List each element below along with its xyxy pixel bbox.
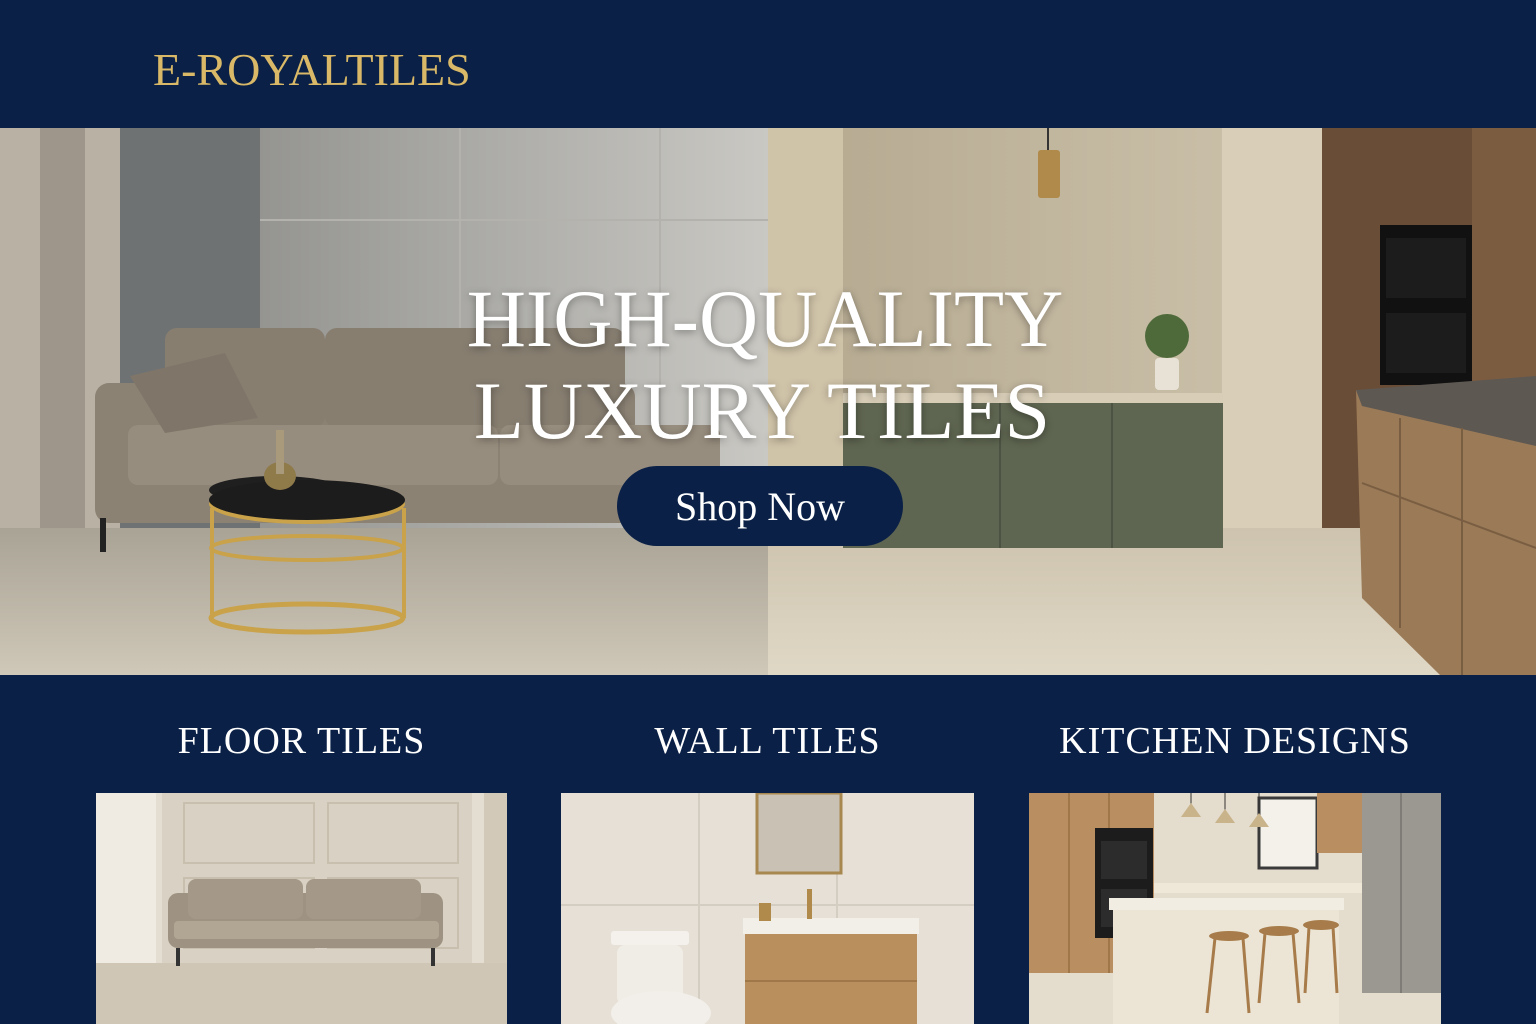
floor-tiles-image [96, 793, 507, 1024]
category-card-kitchen-designs[interactable] [1029, 793, 1441, 1024]
hero-banner: HIGH-QUALITY LUXURY TILES Shop Now [0, 128, 1536, 675]
shop-now-button[interactable]: Shop Now [617, 466, 903, 546]
kitchen-designs-image [1029, 793, 1441, 1024]
hero-headline-line2: LUXURY TILES [473, 365, 1051, 456]
hero-headline-line1: HIGH-QUALITY [466, 273, 1064, 364]
category-section: FLOOR TILES WALL TILES KITCHEN DESIGNS [0, 675, 1536, 1024]
category-card-floor-tiles[interactable] [96, 793, 507, 1024]
hero-headline: HIGH-QUALITY LUXURY TILES [0, 273, 1536, 457]
category-card-wall-tiles[interactable] [561, 793, 974, 1024]
category-title-kitchen-designs[interactable]: KITCHEN DESIGNS [1029, 719, 1441, 763]
category-title-floor-tiles[interactable]: FLOOR TILES [96, 719, 507, 763]
category-title-wall-tiles[interactable]: WALL TILES [561, 719, 974, 763]
wall-tiles-image [561, 793, 974, 1024]
site-header: E-ROYALTILES [0, 0, 1536, 128]
brand-logo[interactable]: E-ROYALTILES [153, 44, 471, 96]
